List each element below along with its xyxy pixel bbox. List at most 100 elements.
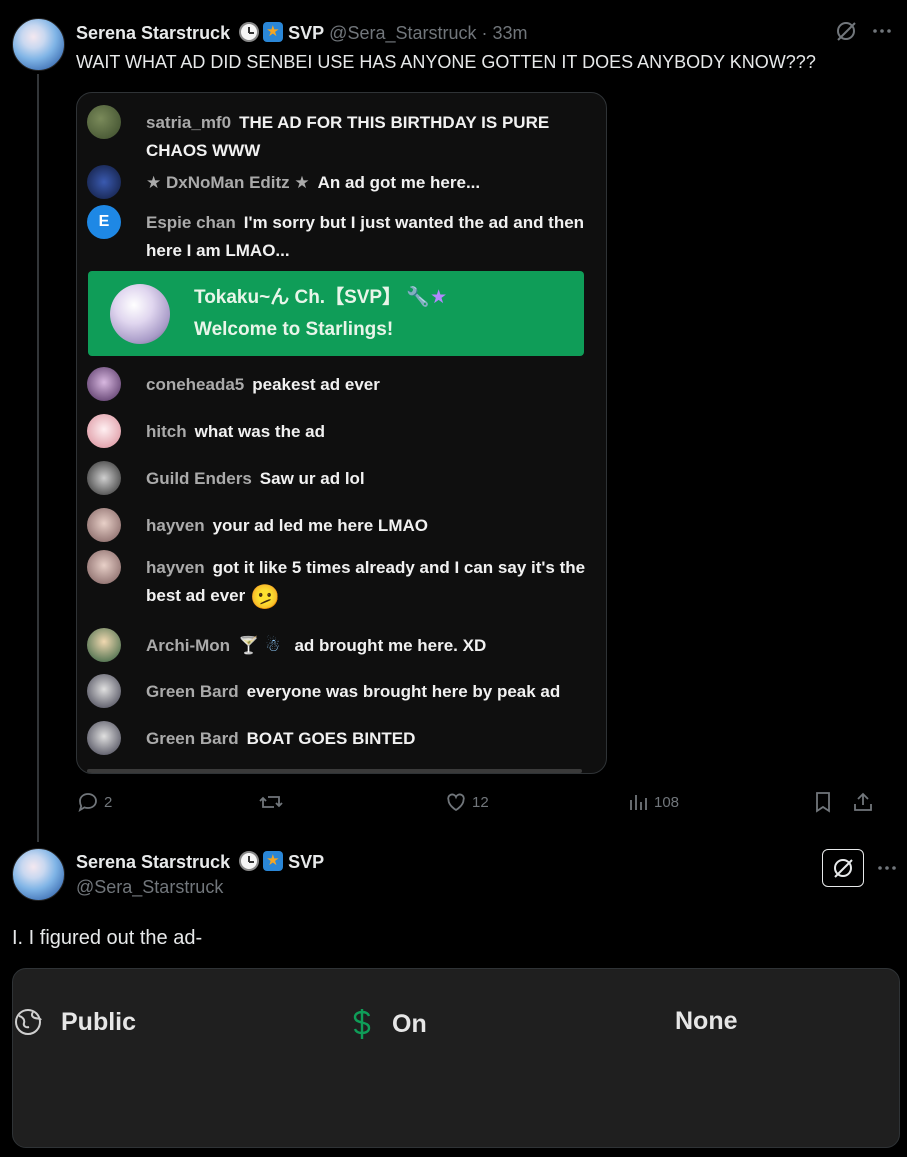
chat-author: Guild Enders xyxy=(146,469,252,488)
chat-avatar: E xyxy=(87,205,121,239)
member-author: Tokaku~ん Ch.【SVP】 xyxy=(194,286,402,308)
chat-author: hayven xyxy=(146,516,205,535)
chat-avatar xyxy=(87,508,121,542)
more-icon[interactable] xyxy=(871,20,893,42)
chat-message: E Espie chan I'm sorry but I just wanted … xyxy=(87,205,586,265)
chat-message: satria_mf0 THE AD FOR THIS BIRTHDAY IS PU… xyxy=(87,105,586,165)
chat-avatar xyxy=(87,550,121,584)
monetization-value: On xyxy=(392,1009,427,1038)
grok-button[interactable] xyxy=(822,849,864,887)
member-message: Welcome to Starlings! xyxy=(194,318,394,340)
chat-author: ★ DxNoMan Editz ★ xyxy=(146,173,310,192)
share-icon xyxy=(854,792,872,811)
post-header: Serena Starstruck SVP xyxy=(76,851,324,873)
chat-text: An ad got me here... xyxy=(317,173,481,192)
chat-text: Saw ur ad lol xyxy=(259,469,365,488)
handle[interactable]: @Sera_Starstruck xyxy=(329,23,476,43)
reply-button[interactable]: 2 xyxy=(76,790,112,814)
view-count: 108 xyxy=(654,793,680,811)
bookmark-icon xyxy=(816,792,830,813)
grok-icon xyxy=(834,859,853,878)
post-header-actions xyxy=(835,20,893,42)
author-avatar[interactable] xyxy=(12,18,65,71)
snowman-icon: ☃ xyxy=(265,636,281,655)
badge-text: SVP xyxy=(288,23,325,43)
restrictions-value: None xyxy=(675,1007,738,1035)
bookmark-button[interactable] xyxy=(812,790,838,814)
star-icon: ★ xyxy=(430,286,448,308)
upload-settings-panel[interactable]: Public On None xyxy=(12,968,900,1148)
neutral-face-emoji-icon: 🫤 xyxy=(249,584,280,611)
chat-avatar xyxy=(87,628,121,662)
share-button[interactable] xyxy=(851,790,879,814)
time-separator: · xyxy=(481,23,488,43)
display-name[interactable]: Serena Starstruck xyxy=(76,23,230,43)
chat-avatar xyxy=(87,721,121,755)
chat-text: your ad led me here LMAO xyxy=(212,516,428,535)
repost-button[interactable] xyxy=(258,790,288,814)
monetization-setting: On xyxy=(350,1007,427,1041)
chat-author: Green Bard xyxy=(146,682,239,701)
more-icon[interactable] xyxy=(876,857,898,879)
chat-avatar xyxy=(87,461,121,495)
chat-author: coneheada5 xyxy=(146,375,245,394)
handle[interactable]: @Sera_Starstruck xyxy=(76,877,223,898)
chat-avatar xyxy=(87,674,121,708)
dollar-icon xyxy=(353,1009,371,1039)
chat-message: Guild Enders Saw ur ad lol xyxy=(87,461,586,495)
chat-message: coneheada5 peakest ad ever xyxy=(87,367,586,401)
like-count: 12 xyxy=(472,793,489,811)
chat-text: everyone was brought here by peak ad xyxy=(246,682,561,701)
chat-message: hayven got it like 5 times already and I … xyxy=(87,550,586,612)
chat-avatar xyxy=(87,414,121,448)
post-header: Serena Starstruck SVP @Sera_Starstruck ·… xyxy=(76,22,528,44)
chat-text: BOAT GOES BINTED xyxy=(246,729,416,748)
star-badge-icon xyxy=(263,851,284,871)
chat-avatar-letter: E xyxy=(98,213,110,230)
chat-message: hitch what was the ad xyxy=(87,414,586,448)
membership-banner: Tokaku~ん Ch.【SVP】 🔧★ Welcome to Starling… xyxy=(88,271,584,356)
clock-badge-icon xyxy=(239,22,260,42)
chat-author: Espie chan xyxy=(146,213,236,232)
grok-icon[interactable] xyxy=(835,20,857,42)
visibility-value: Public xyxy=(61,1007,137,1036)
star-badge-icon xyxy=(263,22,284,42)
thread-connector-line xyxy=(37,74,39,842)
badge-text: SVP xyxy=(288,852,325,872)
chat-scrollbar[interactable] xyxy=(87,769,582,773)
globe-icon xyxy=(15,1009,42,1035)
chat-avatar xyxy=(87,367,121,401)
like-button[interactable]: 12 xyxy=(444,790,489,814)
post-time[interactable]: 33m xyxy=(493,23,528,43)
reply-count: 2 xyxy=(104,793,113,811)
display-name[interactable]: Serena Starstruck xyxy=(76,852,230,872)
post-action-bar: 2 12 108 xyxy=(76,790,876,816)
member-avatar xyxy=(110,283,170,344)
views-icon xyxy=(630,795,647,810)
post-text: WAIT WHAT AD DID SENBEI USE HAS ANYONE G… xyxy=(76,52,816,72)
chat-text: got it like 5 times already and I can sa… xyxy=(146,558,586,605)
chat-text: peakest ad ever xyxy=(252,375,380,394)
views-button[interactable]: 108 xyxy=(628,790,679,814)
like-icon xyxy=(447,793,465,812)
chat-author: satria_mf0 xyxy=(146,113,232,132)
wrench-icon: 🔧 xyxy=(406,286,431,308)
chat-author: hitch xyxy=(146,422,187,441)
chat-text: what was the ad xyxy=(194,422,325,441)
chat-message: Green Bard everyone was brought here by p… xyxy=(87,674,586,708)
chat-screenshot-card[interactable]: satria_mf0 THE AD FOR THIS BIRTHDAY IS PU… xyxy=(76,92,607,774)
repost-icon xyxy=(259,796,283,808)
chat-message: ★ DxNoMan Editz ★ An ad got me here... xyxy=(87,165,586,199)
author-avatar[interactable] xyxy=(12,848,65,901)
chat-message: Green Bard BOAT GOES BINTED xyxy=(87,721,586,755)
reply-icon xyxy=(78,793,97,812)
chat-message: Archi-Mon 🍸 ☃ ad brought me here. XD xyxy=(87,628,586,662)
chat-avatar xyxy=(87,165,121,199)
chat-author: Green Bard xyxy=(146,729,239,748)
chat-avatar xyxy=(87,105,121,139)
chat-message: hayven your ad led me here LMAO xyxy=(87,508,586,542)
post-text: I. I figured out the ad- xyxy=(12,927,203,949)
restrictions-setting: None xyxy=(675,1007,738,1036)
chat-text: ad brought me here. XD xyxy=(294,636,487,655)
visibility-setting: Public xyxy=(13,1007,136,1037)
